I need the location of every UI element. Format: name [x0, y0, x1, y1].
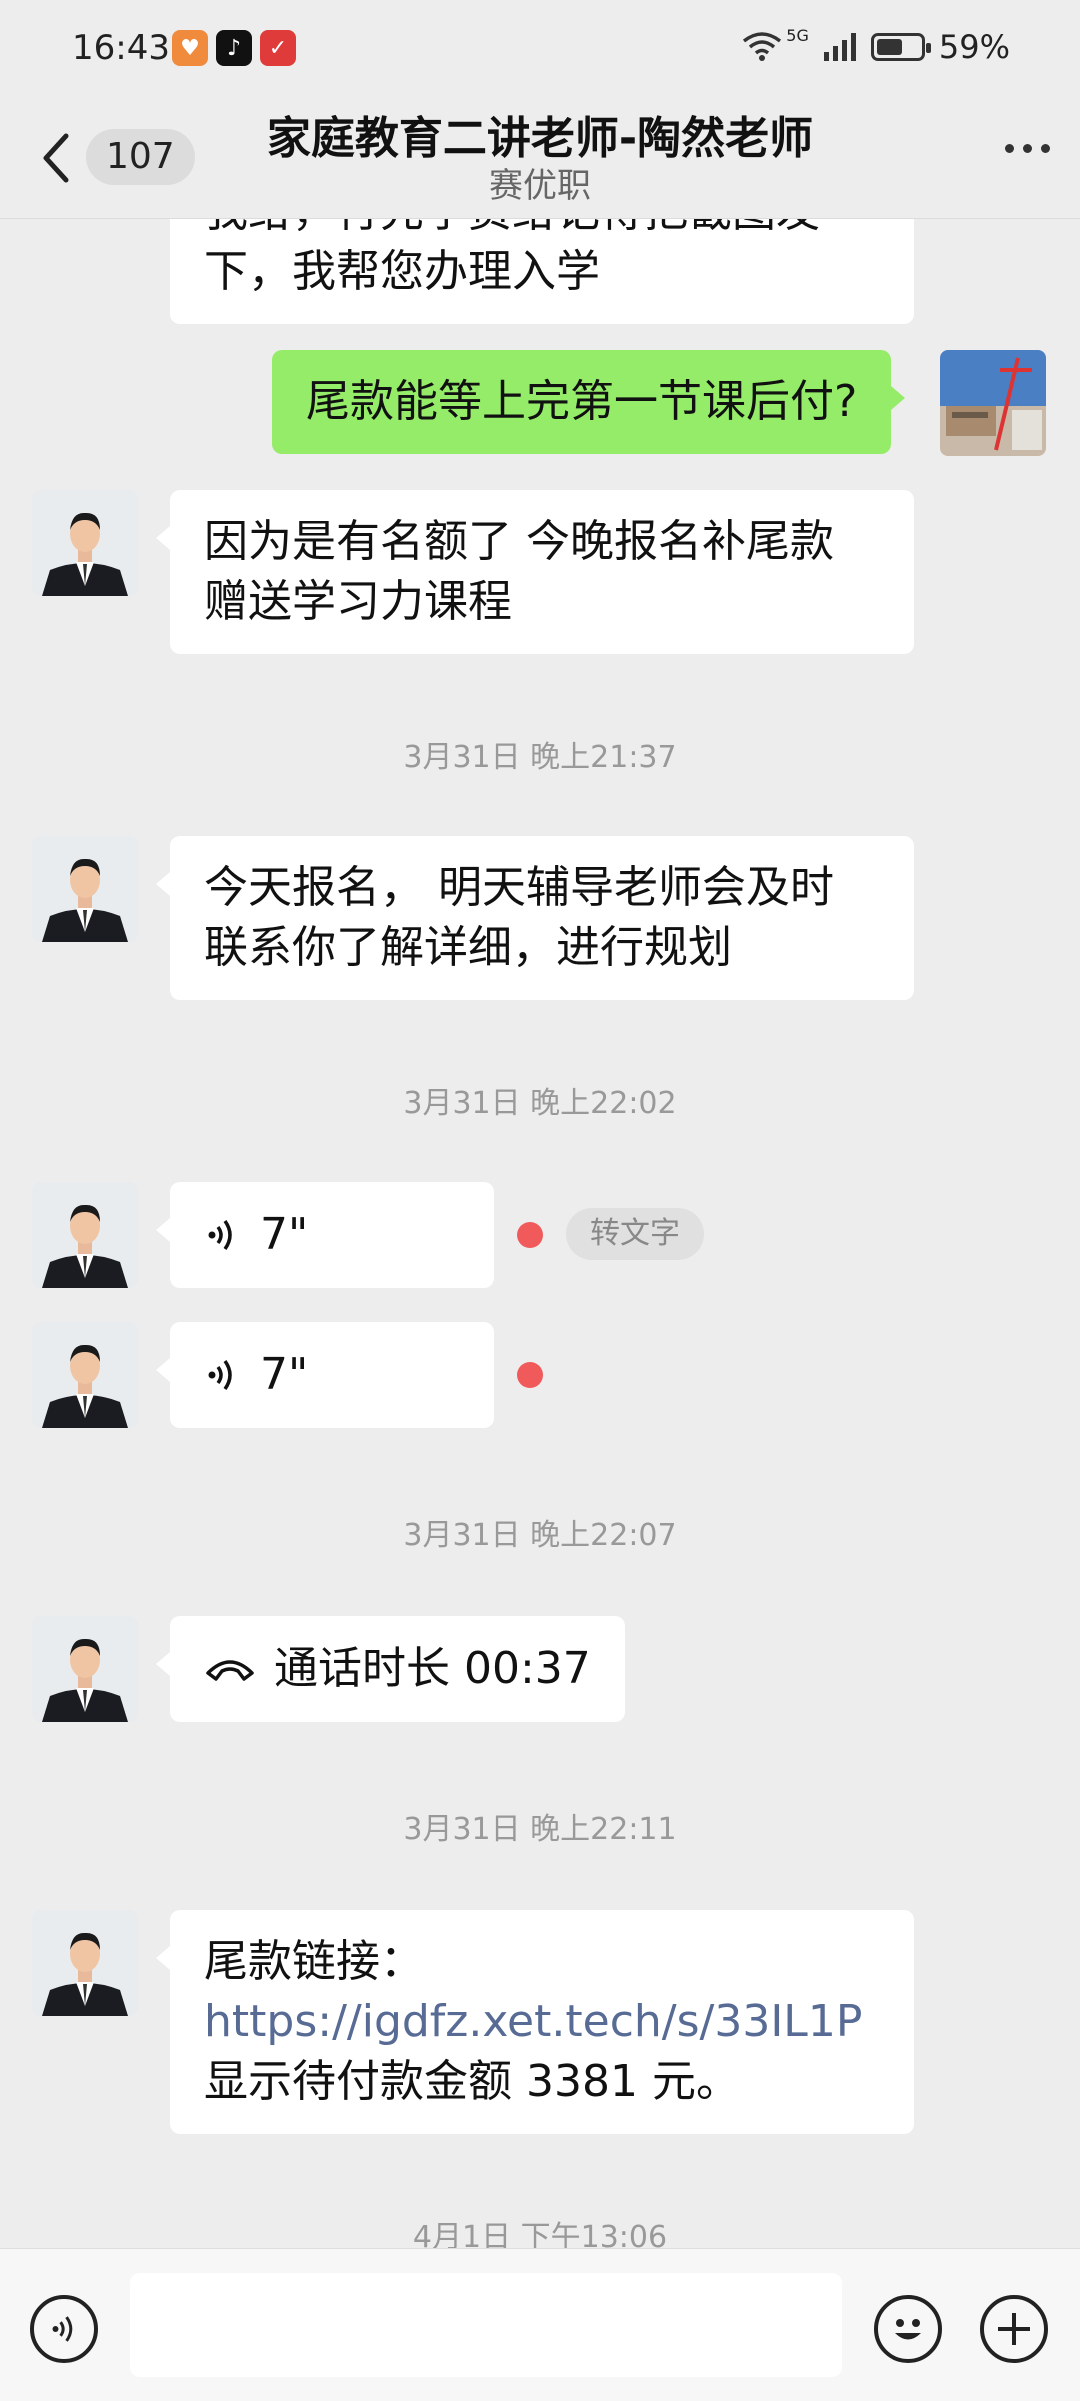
signal-icon [823, 33, 856, 61]
avatar-teacher[interactable] [32, 836, 138, 942]
chat-subtitle: 赛优职 [489, 166, 591, 206]
avatar-self[interactable] [940, 350, 1046, 456]
chat-title: 家庭教育二讲老师-陶然老师 [266, 113, 814, 164]
timestamp: 3月31日 晚上22:07 [403, 1518, 677, 1553]
timestamp: 3月31日 晚上21:37 [403, 740, 677, 775]
more-button[interactable] [1005, 144, 1050, 153]
message-bubble-received[interactable]: 今天报名， 明天辅导老师会及时 联系你了解详细，进行规划 [156, 836, 914, 1000]
voice-duration: 7" [260, 1349, 309, 1400]
voice-unread-dot [517, 1362, 543, 1388]
message-text: 因为是有名额了 今晚报名补尾款 [204, 516, 834, 567]
plus-button[interactable] [980, 2295, 1048, 2363]
voice-duration: 7" [260, 1209, 309, 1260]
status-time: 16:43 [72, 28, 170, 68]
avatar-teacher[interactable] [32, 1910, 138, 2016]
call-duration-text: 通话时长 00:37 [274, 1643, 591, 1694]
chat-header: 107 家庭教育二讲老师-陶然老师 赛优职 [0, 100, 1080, 219]
phone-hangup-icon [204, 1639, 256, 1699]
message-text: 下，我帮您办理入学 [204, 246, 600, 297]
message-text: 我给，行先予资给记得把截图发 [204, 218, 880, 242]
voice-input-button[interactable] [30, 2295, 98, 2363]
status-bar: 16:43 ♥ ♪ ✓ 5G 59% [0, 0, 1080, 100]
voice-message[interactable]: 7" [156, 1322, 494, 1428]
avatar-image [32, 490, 138, 596]
call-record-message[interactable]: 通话时长 00:37 [156, 1616, 625, 1722]
shield-app-icon: ♥ [172, 30, 208, 66]
message-input[interactable] [130, 2273, 842, 2377]
battery-icon [870, 33, 931, 61]
voice-unread-dot [517, 1222, 543, 1248]
battery-percent: 59% [938, 28, 1010, 66]
message-text: 赠送学习力课程 [204, 576, 512, 627]
message-bubble-received[interactable]: 因为是有名额了 今晚报名补尾款 赠送学习力课程 [156, 490, 914, 654]
input-bar [0, 2248, 1080, 2401]
tiktok-icon: ♪ [216, 30, 252, 66]
emoji-icon [895, 2319, 921, 2340]
voice-message[interactable]: 7" [156, 1182, 494, 1288]
wifi-icon [743, 32, 782, 61]
more-dots-icon [1005, 144, 1014, 153]
message-bubble-received[interactable]: 尾款链接： https://igdfz.xet.tech/s/33IL1P 显示… [156, 1910, 914, 2134]
voice-input-icon [52, 2316, 73, 2342]
payment-link[interactable]: https://igdfz.xet.tech/s/33IL1P [204, 1992, 880, 2052]
message-bubble-sent[interactable]: 尾款能等上完第一节课后付? [272, 350, 906, 454]
avatar-image [32, 1910, 138, 2016]
message-text: 今天报名， 明天辅导老师会及时 [204, 862, 834, 913]
transcribe-button[interactable]: 转文字 [566, 1208, 704, 1260]
avatar-teacher[interactable] [32, 1616, 138, 1722]
voice-wave-icon [204, 1355, 240, 1395]
avatar-image [32, 1182, 138, 1288]
message-text: 尾款能等上完第一节课后付? [306, 376, 858, 427]
status-app-icons: ♥ ♪ ✓ [172, 30, 296, 66]
emoji-button[interactable] [874, 2295, 942, 2363]
avatar-image [32, 1322, 138, 1428]
avatar-image [32, 836, 138, 942]
red-app-icon: ✓ [260, 30, 296, 66]
timestamp: 3月31日 晚上22:02 [403, 1086, 677, 1121]
avatar-image [32, 1616, 138, 1722]
message-text: 显示待付款金额 3381 元。 [204, 2056, 740, 2107]
timestamp: 3月31日 晚上22:11 [403, 1812, 677, 1847]
avatar-image [940, 350, 1046, 456]
message-bubble-received[interactable]: 我给，行先予资给记得把截图发 下，我帮您办理入学 [156, 218, 914, 324]
voice-wave-icon [204, 1215, 240, 1255]
avatar-teacher[interactable] [32, 1322, 138, 1428]
message-text: 联系你了解详细，进行规划 [204, 922, 732, 973]
timestamp: 4月1日 下午13:06 [412, 2220, 668, 2248]
message-text: 尾款链接： [204, 1936, 424, 1987]
message-list[interactable]: 我给，行先予资给记得把截图发 下，我帮您办理入学 尾款能等上完第一节课后付? 因… [0, 218, 1080, 2248]
plus-icon [998, 2313, 1030, 2345]
avatar-teacher[interactable] [32, 490, 138, 596]
avatar-teacher[interactable] [32, 1182, 138, 1288]
network-label: 5G [786, 25, 809, 45]
status-right: 5G 59% [742, 25, 1010, 66]
